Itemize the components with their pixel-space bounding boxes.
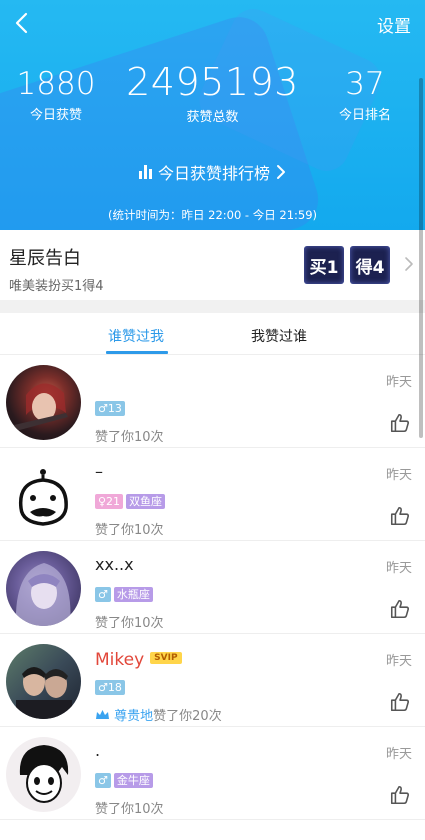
user-tags: ♂ 金牛座 <box>95 773 153 788</box>
chevron-right-icon <box>405 257 413 271</box>
chevron-right-icon <box>277 165 285 179</box>
promo-tile-get: 得4 <box>350 246 390 284</box>
user-name: . <box>95 741 101 760</box>
section-divider <box>0 300 425 313</box>
stats-period-note: (统计时间为：昨日 22:00 - 今日 21:59) <box>107 208 318 222</box>
avatar[interactable] <box>6 737 81 812</box>
avatar[interactable] <box>6 458 81 533</box>
promo-subtitle: 唯美装扮买1得4 <box>9 279 104 294</box>
gender-tag: ♂ <box>95 773 111 788</box>
today-rank-stat: 37 今日排名 <box>317 66 413 123</box>
header: 设置 1880 今日获赞 2495193 获赞总数 37 今日排名 今日获赞排行… <box>0 0 425 230</box>
crown-icon <box>96 710 109 719</box>
user-name: – <box>95 462 103 481</box>
list-item[interactable]: . ♂ 金牛座 赞了你10次 昨天 <box>0 727 425 820</box>
promo-banner[interactable]: 星辰告白 唯美装扮买1得4 买1 得4 <box>0 230 425 300</box>
svip-badge: SVIP <box>150 652 182 664</box>
total-likes-label: 获赞总数 <box>186 110 239 125</box>
today-likes-value: 1880 <box>16 66 96 102</box>
time-label: 昨天 <box>385 561 412 576</box>
avatar[interactable] <box>6 551 81 626</box>
list-item[interactable]: – ♀21 双鱼座 赞了你10次 昨天 <box>0 448 425 541</box>
promo-title: 星辰告白 <box>9 248 81 269</box>
avatar[interactable] <box>6 365 81 440</box>
promo-tile-buy: 买1 <box>304 246 344 284</box>
rank-list-label: 今日获赞排行榜 <box>157 164 270 183</box>
user-tags: ♂ 水瓶座 <box>95 587 153 602</box>
like-count-text: 赞了你10次 <box>95 802 164 817</box>
active-tab-indicator <box>106 351 168 354</box>
thumbs-up-icon[interactable] <box>389 505 411 527</box>
today-likes-stat: 1880 今日获赞 <box>8 66 104 123</box>
bar-chart-icon <box>138 165 152 179</box>
today-rank-label: 今日排名 <box>338 108 391 123</box>
total-likes-value: 2495193 <box>126 60 299 104</box>
today-rank-value: 37 <box>345 66 385 102</box>
list-item[interactable]: xx..x ♂ 水瓶座 赞了你10次 昨天 <box>0 541 425 634</box>
tab-bar: 谁赞过我 我赞过谁 <box>0 313 425 355</box>
tab-who-liked-me[interactable]: 谁赞过我 <box>108 326 164 346</box>
back-arrow-icon[interactable] <box>8 8 38 38</box>
gender-age-tag: ♂13 <box>95 401 125 416</box>
time-label: 昨天 <box>385 654 412 669</box>
user-name: xx..x <box>95 555 134 574</box>
user-tags: ♂13 <box>95 401 125 416</box>
likes-list: ♂13 赞了你10次 昨天 – ♀21 双鱼座 赞了你10次 昨天 xx..x … <box>0 355 425 820</box>
like-count-text: 尊贵地赞了你20次 <box>95 705 222 724</box>
zodiac-tag: 金牛座 <box>113 773 153 788</box>
zodiac-tag: 双鱼座 <box>126 494 166 509</box>
rank-list-link[interactable]: 今日获赞排行榜 <box>0 160 425 184</box>
time-label: 昨天 <box>385 468 412 483</box>
like-count-text: 赞了你10次 <box>95 430 164 445</box>
time-label: 昨天 <box>385 375 412 390</box>
gender-tag: ♂ <box>95 587 111 602</box>
settings-button[interactable]: 设置 <box>377 12 411 37</box>
like-count-text: 赞了你10次 <box>95 616 164 631</box>
user-tags: ♀21 双鱼座 <box>95 494 166 509</box>
thumbs-up-icon[interactable] <box>389 691 411 713</box>
tab-who-i-liked[interactable]: 我赞过谁 <box>251 326 307 346</box>
gender-age-tag: ♀21 <box>95 494 124 509</box>
today-likes-label: 今日获赞 <box>29 108 82 123</box>
user-tags: ♂18 <box>95 680 125 695</box>
user-name: Mikey SVIP <box>95 650 182 670</box>
thumbs-up-icon[interactable] <box>389 784 411 806</box>
total-likes-stat: 2495193 获赞总数 <box>120 60 305 125</box>
time-label: 昨天 <box>385 747 412 762</box>
thumbs-up-icon[interactable] <box>389 598 411 620</box>
gender-age-tag: ♂18 <box>95 680 125 695</box>
scrollbar[interactable] <box>419 78 423 438</box>
thumbs-up-icon[interactable] <box>389 412 411 434</box>
list-item[interactable]: Mikey SVIP ♂18 尊贵地赞了你20次 昨天 <box>0 634 425 727</box>
like-count-text: 赞了你10次 <box>95 523 164 538</box>
zodiac-tag: 水瓶座 <box>113 587 153 602</box>
avatar[interactable] <box>6 644 81 719</box>
list-item[interactable]: ♂13 赞了你10次 昨天 <box>0 355 425 448</box>
